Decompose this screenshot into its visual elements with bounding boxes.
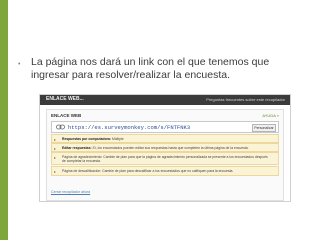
chevron-right-icon: ▸ <box>54 145 57 151</box>
slide-accent-bar <box>0 0 8 240</box>
option-label: Respuestas por computadora: <box>62 136 111 141</box>
slide-body-text: La página nos dará un link con el que te… <box>31 56 270 81</box>
collector-title: ENLACE WEB... <box>46 96 84 102</box>
option-value: Sí, los encuestados pueden editar sus re… <box>92 145 249 150</box>
option-label: Editar respuestas: <box>62 145 92 150</box>
surveymonkey-screenshot: ENLACE WEB... Preguntas frecuentes sobre… <box>39 94 291 202</box>
option-value: Múltiple <box>111 136 124 141</box>
option-edit-responses[interactable]: ▸ Editar respuestas: Sí, los encuestados… <box>51 143 279 152</box>
panel-header: ENLACE WEB <box>51 113 82 118</box>
option-value: Página de descalificación: Cambie de pla… <box>62 168 234 173</box>
collector-faq-link[interactable]: Preguntas frecuentes sobre este recopila… <box>206 97 285 102</box>
collector-top-bar: ENLACE WEB... Preguntas frecuentes sobre… <box>40 95 290 105</box>
survey-url-text[interactable]: https://es.surveymonkey.com/s/FNTFNK3 <box>68 124 190 131</box>
bullet-point: • <box>18 61 21 68</box>
chevron-right-icon: ▸ <box>54 168 57 174</box>
survey-url-field[interactable]: https://es.surveymonkey.com/s/FNTFNK3 Pe… <box>51 121 279 133</box>
chevron-right-icon: ▸ <box>54 136 57 142</box>
option-value: Página de agradecimiento: Cambie de plan… <box>62 154 268 163</box>
web-link-panel: ENLACE WEB AYUDA » https://es.surveymonk… <box>46 109 284 201</box>
option-disqualification-page[interactable]: ▸ Página de descalificación: Cambie de p… <box>51 166 279 176</box>
option-responses-per-computer[interactable]: ▸ Respuestas por computadora: Múltiple <box>51 134 279 143</box>
customize-button[interactable]: Personalizar <box>252 123 276 132</box>
close-collector-link[interactable]: Cerrar recopilador ahora <box>51 190 90 194</box>
help-link[interactable]: AYUDA » <box>262 113 279 118</box>
option-thank-you-page[interactable]: ▸ Página de agradecimiento: Cambie de pl… <box>51 152 279 165</box>
chevron-right-icon: ▸ <box>54 154 57 160</box>
link-icon <box>56 124 65 130</box>
